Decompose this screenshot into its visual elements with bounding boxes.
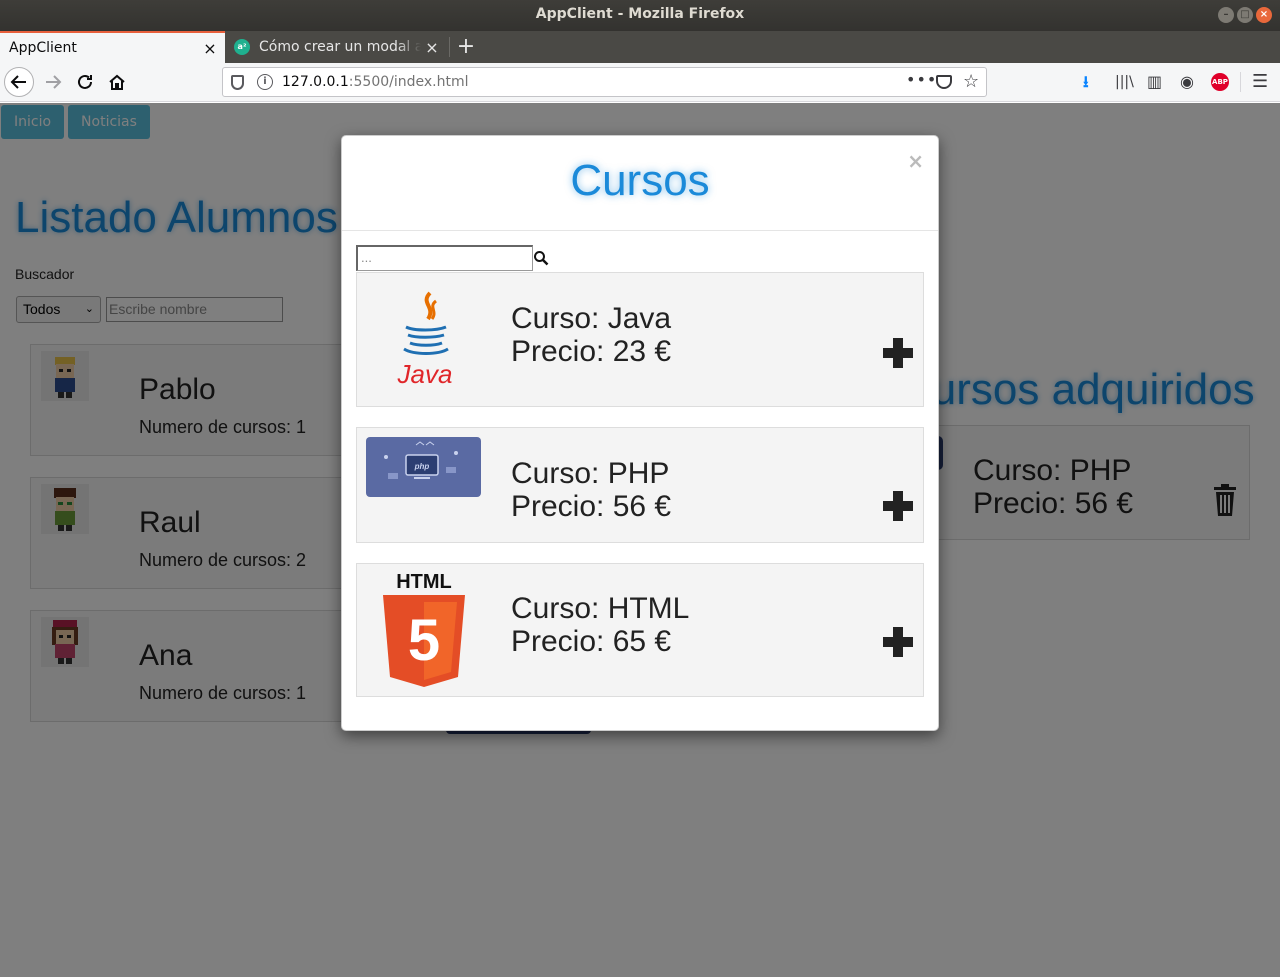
course-name: Curso: HTML xyxy=(511,592,690,625)
reload-icon xyxy=(78,74,92,89)
window-title: AppClient - Mozilla Firefox xyxy=(535,6,745,22)
course-text: Curso: HTML Precio: 65 € xyxy=(511,592,689,658)
course-name: Curso: Java xyxy=(511,302,672,335)
html5-logo-badge: 5 xyxy=(408,608,440,673)
bookmark-star-icon[interactable]: ☆ xyxy=(963,71,979,92)
html5-logo-icon: HTML 5 xyxy=(383,571,465,687)
forward-button[interactable] xyxy=(38,67,68,97)
home-icon xyxy=(109,74,125,90)
course-card: php Curso: PHP Precio: 56 € xyxy=(356,427,924,543)
html5-logo-text: HTML xyxy=(396,571,452,593)
tab-modal-article[interactable]: a² Cómo crear un modal a p × xyxy=(225,31,447,63)
url-bar[interactable]: i 127.0.0.1:5500/index.html ••• ☆ xyxy=(222,67,987,97)
course-text: Curso: PHP Precio: 56 € xyxy=(511,457,671,523)
reload-button[interactable] xyxy=(70,67,100,97)
modal-close-button[interactable]: × xyxy=(907,149,924,173)
course-search-input[interactable]: ... xyxy=(356,245,533,271)
course-price: Precio: 23 € xyxy=(511,335,672,368)
page-content: Inicio Noticias Listado Alumnos Cursos a… xyxy=(0,103,1280,977)
tab-close-icon[interactable]: × xyxy=(199,39,221,58)
php-logo-icon: php xyxy=(366,437,481,497)
url-host: 127.0.0.1 xyxy=(282,74,349,90)
back-button[interactable] xyxy=(4,67,34,97)
library-icon[interactable]: |||\ xyxy=(1115,71,1134,93)
window-titlebar: AppClient - Mozilla Firefox – □ × xyxy=(0,0,1280,31)
url-path: :5500/index.html xyxy=(348,74,469,90)
tab-close-icon[interactable]: × xyxy=(421,38,443,57)
php-logo-text: php xyxy=(414,462,430,471)
navigation-toolbar: i 127.0.0.1:5500/index.html ••• ☆ ⭳ |||\… xyxy=(0,63,1280,102)
courses-modal: Cursos × ... Java Curso: Java Precio: 23… xyxy=(341,135,939,731)
tracking-shield-icon[interactable] xyxy=(231,75,244,90)
course-text: Curso: Java Precio: 23 € xyxy=(511,302,671,368)
java-logo-icon: Java xyxy=(397,291,453,389)
window-close-icon[interactable]: × xyxy=(1256,7,1272,23)
home-button[interactable] xyxy=(102,67,132,97)
tab-separator xyxy=(449,37,450,57)
adblock-icon[interactable]: ABP xyxy=(1211,73,1229,91)
new-tab-button[interactable]: + xyxy=(453,34,479,60)
course-name: Curso: PHP xyxy=(511,457,670,490)
tab-label: Cómo crear un modal a p xyxy=(259,39,421,55)
url-text[interactable]: 127.0.0.1:5500/index.html xyxy=(282,74,469,90)
account-icon[interactable]: ◉ xyxy=(1180,71,1194,93)
tab-bar: AppClient × a² Cómo crear un modal a p ×… xyxy=(0,31,1280,63)
add-course-button[interactable] xyxy=(883,627,913,657)
pocket-icon[interactable] xyxy=(936,75,952,89)
course-price: Precio: 56 € xyxy=(511,490,672,523)
toolbar-separator xyxy=(1240,72,1241,92)
java-logo-text: Java xyxy=(397,359,453,389)
maximize-icon[interactable]: □ xyxy=(1237,7,1253,23)
back-arrow-icon xyxy=(10,75,26,89)
tab-appclient[interactable]: AppClient × xyxy=(0,31,225,63)
add-course-button[interactable] xyxy=(883,491,913,521)
hamburger-menu-icon[interactable]: ☰ xyxy=(1252,71,1268,93)
course-price: Precio: 65 € xyxy=(511,625,672,658)
favicon-icon: a² xyxy=(234,39,250,55)
modal-title: Cursos xyxy=(570,156,710,205)
page-actions-icon[interactable]: ••• xyxy=(906,70,937,89)
course-card: HTML 5 Curso: HTML Precio: 65 € xyxy=(356,563,924,697)
forward-arrow-icon xyxy=(46,75,62,89)
course-card: Java Curso: Java Precio: 23 € xyxy=(356,272,924,407)
minimize-icon[interactable]: – xyxy=(1218,7,1234,23)
search-icon[interactable] xyxy=(533,250,549,266)
download-icon[interactable]: ⭳ xyxy=(1083,71,1089,93)
modal-header: Cursos × xyxy=(342,136,938,231)
add-course-button[interactable] xyxy=(883,338,913,368)
window-controls: – □ × xyxy=(1218,7,1272,23)
tab-label: AppClient xyxy=(9,40,77,56)
site-info-icon[interactable]: i xyxy=(257,74,273,90)
sidebar-icon[interactable]: ▥ xyxy=(1147,71,1162,93)
